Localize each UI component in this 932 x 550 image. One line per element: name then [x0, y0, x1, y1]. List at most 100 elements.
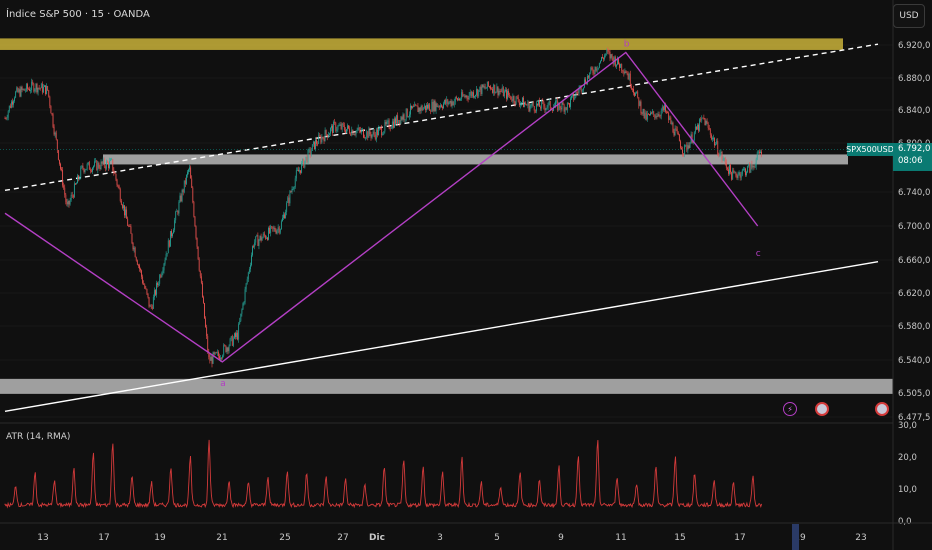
candlestick-series	[0, 47, 893, 368]
candle-body	[207, 336, 209, 352]
candle-body	[230, 336, 232, 339]
candle-body	[240, 313, 242, 321]
candle-body	[459, 98, 460, 100]
candle-body	[694, 126, 696, 133]
candle-body	[611, 54, 613, 58]
price-tick-label: 6.920,0	[898, 41, 930, 51]
candle-body	[400, 117, 402, 124]
candle-body	[255, 236, 257, 243]
us-flag-event-icon[interactable]	[875, 402, 889, 416]
abc-wave: a b c	[4, 39, 761, 389]
price-chart[interactable]: abc 6.920,06.880,06.840,06.800,06.740,06…	[0, 0, 932, 550]
price-tick-label: 6.840,0	[898, 106, 930, 116]
candle-body	[80, 167, 82, 179]
candle-body	[333, 121, 335, 133]
candle-body	[403, 114, 405, 120]
candle-body	[371, 134, 373, 138]
lightning-event-icon[interactable]: ⚡	[783, 402, 797, 416]
candle-body	[689, 142, 691, 149]
candle-body	[730, 164, 731, 173]
candle-body	[216, 352, 218, 354]
candle-body	[16, 87, 18, 92]
candle-body	[19, 89, 21, 97]
candle-body	[285, 211, 287, 219]
candle-body	[586, 83, 587, 85]
candle-body	[176, 211, 178, 212]
candle-body	[157, 283, 158, 285]
grey-middle-zone	[103, 154, 848, 165]
candle-body	[97, 162, 99, 171]
candle-body	[707, 123, 709, 128]
candle-body	[597, 67, 599, 69]
candle-body	[167, 240, 169, 254]
candle-body	[411, 105, 412, 109]
candle-body	[352, 129, 354, 135]
candle-body	[159, 275, 161, 284]
candle-body	[4, 118, 6, 120]
candle-body	[272, 226, 274, 229]
last-price-label: 6.792,0 08:06	[893, 143, 932, 171]
candle-body	[314, 141, 315, 150]
atr-tick-label: 30,0	[898, 421, 917, 431]
candle-body	[457, 98, 458, 101]
atr-legend[interactable]: ATR (14, RMA)	[6, 432, 70, 442]
candle-body	[496, 86, 498, 92]
candle-body	[77, 175, 78, 184]
candle-body	[150, 305, 152, 308]
candle-body	[513, 95, 515, 103]
candle-body	[277, 227, 279, 230]
candle-body	[116, 179, 118, 186]
candle-body	[319, 135, 321, 137]
candle-body	[231, 336, 233, 346]
candle-body	[497, 86, 499, 96]
candle-body	[364, 137, 365, 139]
candle-body	[490, 86, 491, 89]
candle-body	[599, 60, 601, 63]
candle-body	[592, 69, 594, 73]
candle-body	[225, 345, 227, 353]
candle-body	[264, 235, 266, 239]
candle-body	[252, 246, 253, 256]
candle-body	[348, 125, 349, 129]
candle-body	[274, 227, 276, 232]
wave-label-c: c	[756, 249, 761, 259]
candle-body	[12, 101, 13, 105]
candle-body	[213, 352, 215, 355]
candle-body	[656, 116, 658, 118]
wave-line	[4, 51, 759, 363]
candle-body	[593, 72, 595, 74]
candle-body	[445, 99, 447, 104]
candle-body	[449, 100, 451, 103]
candle-body	[524, 103, 526, 108]
candle-body	[478, 89, 480, 97]
candle-body	[328, 133, 330, 135]
candle-body	[644, 112, 646, 118]
candle-body	[643, 108, 645, 118]
candle-body	[34, 89, 36, 92]
candle-body	[311, 144, 313, 151]
candle-body	[243, 302, 245, 304]
us-flag-event-icon[interactable]	[815, 402, 829, 416]
candle-body	[300, 170, 301, 173]
candle-body	[508, 90, 510, 96]
candle-body	[242, 303, 244, 310]
candle-body	[733, 170, 735, 173]
candle-body	[460, 99, 462, 101]
candle-body	[339, 124, 341, 126]
candle-body	[189, 167, 190, 170]
candle-body	[98, 162, 100, 168]
candle-body	[518, 101, 520, 106]
candle-body	[351, 129, 353, 136]
candle-body	[280, 221, 282, 230]
candle-body	[165, 254, 167, 260]
candle-body	[215, 352, 217, 354]
candle-body	[190, 167, 192, 179]
candle-body	[87, 162, 89, 165]
candle-body	[590, 67, 592, 73]
candle-body	[193, 202, 195, 217]
candle-body	[41, 83, 43, 93]
candle-body	[318, 135, 320, 144]
candle-body	[416, 105, 418, 107]
candle-body	[166, 253, 168, 255]
candle-body	[81, 165, 83, 168]
